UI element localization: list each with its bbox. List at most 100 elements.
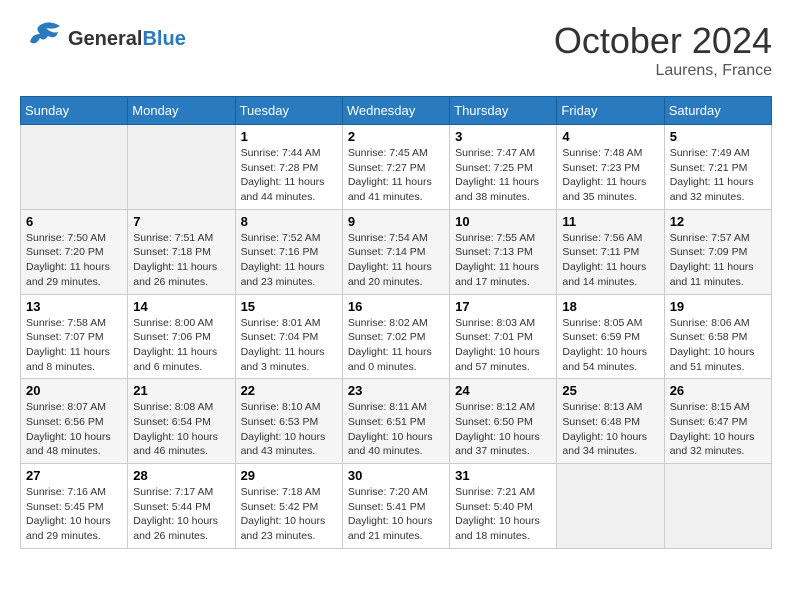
day-info: Sunrise: 7:20 AMSunset: 5:41 PMDaylight:…	[348, 485, 444, 544]
calendar-cell: 11 Sunrise: 7:56 AMSunset: 7:11 PMDayligh…	[557, 209, 664, 294]
day-info: Sunrise: 7:58 AMSunset: 7:07 PMDaylight:…	[26, 316, 122, 375]
calendar-cell	[21, 125, 128, 210]
calendar-cell: 16 Sunrise: 8:02 AMSunset: 7:02 PMDayligh…	[342, 294, 449, 379]
day-number: 28	[133, 468, 229, 483]
weekday-header: Sunday	[21, 97, 128, 125]
day-number: 31	[455, 468, 551, 483]
calendar-cell: 1 Sunrise: 7:44 AMSunset: 7:28 PMDaylight…	[235, 125, 342, 210]
day-number: 21	[133, 383, 229, 398]
calendar-week-row: 13 Sunrise: 7:58 AMSunset: 7:07 PMDayligh…	[21, 294, 772, 379]
calendar-cell: 8 Sunrise: 7:52 AMSunset: 7:16 PMDaylight…	[235, 209, 342, 294]
day-info: Sunrise: 8:13 AMSunset: 6:48 PMDaylight:…	[562, 400, 658, 459]
calendar-cell: 26Sunrise: 8:15 AMSunset: 6:47 PMDayligh…	[664, 379, 771, 464]
day-info: Sunrise: 7:51 AMSunset: 7:18 PMDaylight:…	[133, 231, 229, 290]
calendar-cell	[128, 125, 235, 210]
calendar-cell: 14 Sunrise: 8:00 AMSunset: 7:06 PMDayligh…	[128, 294, 235, 379]
calendar-cell: 4 Sunrise: 7:48 AMSunset: 7:23 PMDaylight…	[557, 125, 664, 210]
day-number: 26	[670, 383, 766, 398]
day-info: Sunrise: 8:02 AMSunset: 7:02 PMDaylight:…	[348, 316, 444, 375]
day-info: Sunrise: 7:49 AMSunset: 7:21 PMDaylight:…	[670, 146, 766, 205]
calendar-cell: 17 Sunrise: 8:03 AMSunset: 7:01 PMDayligh…	[450, 294, 557, 379]
day-info: Sunrise: 8:00 AMSunset: 7:06 PMDaylight:…	[133, 316, 229, 375]
day-number: 15	[241, 299, 337, 314]
day-number: 8	[241, 214, 337, 229]
day-info: Sunrise: 7:48 AMSunset: 7:23 PMDaylight:…	[562, 146, 658, 205]
calendar-cell: 6Sunrise: 7:50 AMSunset: 7:20 PMDaylight…	[21, 209, 128, 294]
day-info: Sunrise: 8:06 AMSunset: 6:58 PMDaylight:…	[670, 316, 766, 375]
month-title: October 2024	[554, 20, 772, 62]
day-number: 17	[455, 299, 551, 314]
logo-blue: Blue	[142, 28, 185, 50]
location: Laurens, France	[554, 62, 772, 80]
day-number: 30	[348, 468, 444, 483]
calendar-week-row: 20Sunrise: 8:07 AMSunset: 6:56 PMDayligh…	[21, 379, 772, 464]
day-number: 29	[241, 468, 337, 483]
day-info: Sunrise: 8:10 AMSunset: 6:53 PMDaylight:…	[241, 400, 337, 459]
calendar-cell: 27 Sunrise: 7:16 AMSunset: 5:45 PMDayligh…	[21, 464, 128, 549]
weekday-header: Wednesday	[342, 97, 449, 125]
day-info: Sunrise: 8:11 AMSunset: 6:51 PMDaylight:…	[348, 400, 444, 459]
weekday-header: Friday	[557, 97, 664, 125]
day-number: 27	[26, 468, 122, 483]
weekday-header: Saturday	[664, 97, 771, 125]
day-info: Sunrise: 7:17 AMSunset: 5:44 PMDaylight:…	[133, 485, 229, 544]
logo-icon	[20, 20, 64, 58]
day-info: Sunrise: 8:08 AMSunset: 6:54 PMDaylight:…	[133, 400, 229, 459]
calendar-table: SundayMondayTuesdayWednesdayThursdayFrid…	[20, 96, 772, 549]
day-info: Sunrise: 7:45 AMSunset: 7:27 PMDaylight:…	[348, 146, 444, 205]
logo-general: General	[68, 28, 142, 50]
day-number: 11	[562, 214, 658, 229]
day-number: 5	[670, 129, 766, 144]
day-number: 6	[26, 214, 122, 229]
weekday-header: Tuesday	[235, 97, 342, 125]
day-info: Sunrise: 7:52 AMSunset: 7:16 PMDaylight:…	[241, 231, 337, 290]
calendar-cell: 19Sunrise: 8:06 AMSunset: 6:58 PMDayligh…	[664, 294, 771, 379]
day-number: 16	[348, 299, 444, 314]
calendar-week-row: 27 Sunrise: 7:16 AMSunset: 5:45 PMDayligh…	[21, 464, 772, 549]
weekday-header: Thursday	[450, 97, 557, 125]
day-info: Sunrise: 7:18 AMSunset: 5:42 PMDaylight:…	[241, 485, 337, 544]
day-info: Sunrise: 8:03 AMSunset: 7:01 PMDaylight:…	[455, 316, 551, 375]
day-info: Sunrise: 7:56 AMSunset: 7:11 PMDaylight:…	[562, 231, 658, 290]
day-number: 9	[348, 214, 444, 229]
calendar-cell: 28 Sunrise: 7:17 AMSunset: 5:44 PMDayligh…	[128, 464, 235, 549]
calendar-cell: 15 Sunrise: 8:01 AMSunset: 7:04 PMDayligh…	[235, 294, 342, 379]
day-info: Sunrise: 7:57 AMSunset: 7:09 PMDaylight:…	[670, 231, 766, 290]
day-info: Sunrise: 7:47 AMSunset: 7:25 PMDaylight:…	[455, 146, 551, 205]
title-block: October 2024 Laurens, France	[554, 20, 772, 80]
day-info: Sunrise: 8:01 AMSunset: 7:04 PMDaylight:…	[241, 316, 337, 375]
calendar-cell: 10 Sunrise: 7:55 AMSunset: 7:13 PMDayligh…	[450, 209, 557, 294]
day-number: 18	[562, 299, 658, 314]
calendar-cell: 29 Sunrise: 7:18 AMSunset: 5:42 PMDayligh…	[235, 464, 342, 549]
calendar-cell: 7 Sunrise: 7:51 AMSunset: 7:18 PMDaylight…	[128, 209, 235, 294]
day-number: 10	[455, 214, 551, 229]
day-number: 3	[455, 129, 551, 144]
day-info: Sunrise: 7:44 AMSunset: 7:28 PMDaylight:…	[241, 146, 337, 205]
calendar-cell: 9Sunrise: 7:54 AMSunset: 7:14 PMDaylight…	[342, 209, 449, 294]
calendar-cell: 23 Sunrise: 8:11 AMSunset: 6:51 PMDayligh…	[342, 379, 449, 464]
day-number: 4	[562, 129, 658, 144]
calendar-cell: 20Sunrise: 8:07 AMSunset: 6:56 PMDayligh…	[21, 379, 128, 464]
day-number: 25	[562, 383, 658, 398]
calendar-header-row: SundayMondayTuesdayWednesdayThursdayFrid…	[21, 97, 772, 125]
day-info: Sunrise: 7:55 AMSunset: 7:13 PMDaylight:…	[455, 231, 551, 290]
calendar-cell: 31 Sunrise: 7:21 AMSunset: 5:40 PMDayligh…	[450, 464, 557, 549]
day-number: 24	[455, 383, 551, 398]
calendar-cell: 5 Sunrise: 7:49 AMSunset: 7:21 PMDaylight…	[664, 125, 771, 210]
calendar-cell: 24Sunrise: 8:12 AMSunset: 6:50 PMDayligh…	[450, 379, 557, 464]
day-info: Sunrise: 7:16 AMSunset: 5:45 PMDaylight:…	[26, 485, 122, 544]
day-number: 22	[241, 383, 337, 398]
calendar-cell: 25 Sunrise: 8:13 AMSunset: 6:48 PMDayligh…	[557, 379, 664, 464]
day-number: 1	[241, 129, 337, 144]
logo: GeneralBlue	[20, 20, 186, 58]
page-header: GeneralBlue October 2024 Laurens, France	[20, 20, 772, 80]
day-number: 23	[348, 383, 444, 398]
calendar-cell: 2Sunrise: 7:45 AMSunset: 7:27 PMDaylight…	[342, 125, 449, 210]
day-number: 14	[133, 299, 229, 314]
day-info: Sunrise: 7:21 AMSunset: 5:40 PMDaylight:…	[455, 485, 551, 544]
day-number: 12	[670, 214, 766, 229]
day-number: 20	[26, 383, 122, 398]
day-number: 13	[26, 299, 122, 314]
day-info: Sunrise: 8:05 AMSunset: 6:59 PMDaylight:…	[562, 316, 658, 375]
day-number: 7	[133, 214, 229, 229]
